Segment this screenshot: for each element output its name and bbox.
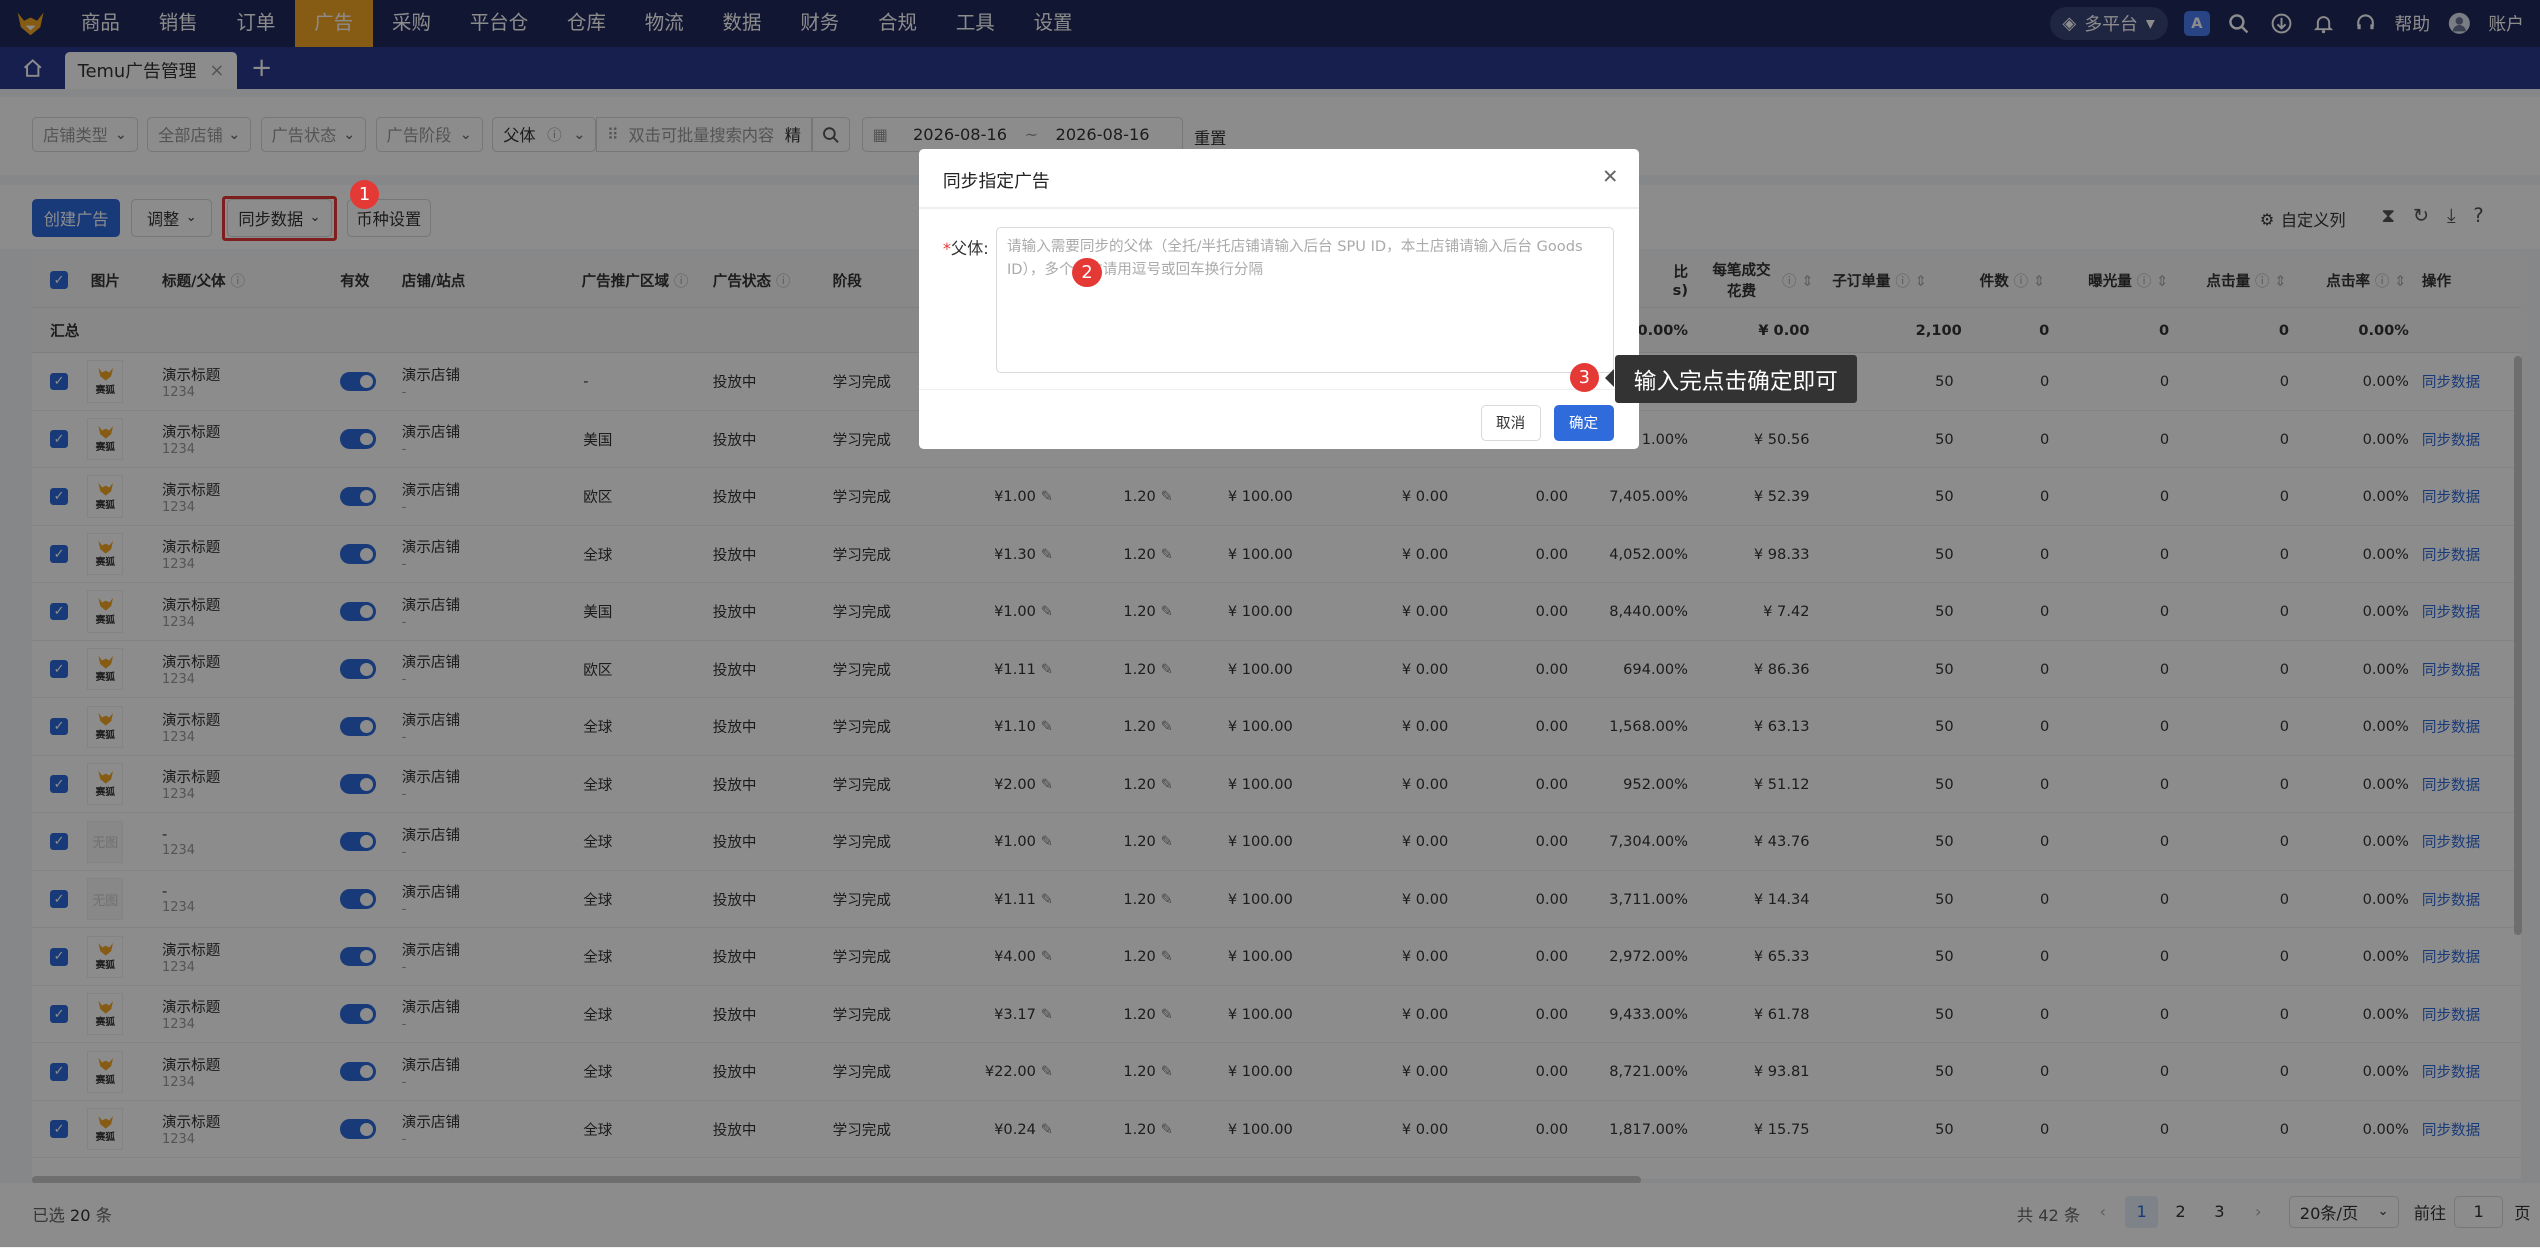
divider <box>918 388 1640 391</box>
sync-modal: 同步指定广告 ✕ *父体: 请输入需要同步的父体（全托/半托店铺请输入后台 SP… <box>918 149 1640 449</box>
parent-label-text: 父体: <box>950 238 989 258</box>
cancel-button[interactable]: 取消 <box>1480 404 1541 441</box>
divider <box>918 207 1640 209</box>
step-badge-3: 3 <box>1569 362 1599 393</box>
app-root: 商品 销售 订单 广告 采购 平台仓 仓库 物流 数据 财务 合规 工具 设置 ◈ 多平台 ▾ A 帮助 <box>0 0 2540 1248</box>
required-mark: * <box>942 238 951 258</box>
parent-field-label: *父体: <box>943 235 989 259</box>
modal-title: 同步指定广告 <box>942 170 1050 192</box>
parent-ids-textarea[interactable]: 请输入需要同步的父体（全托/半托店铺请输入后台 SPU ID，本土店铺请输入后台… <box>996 226 1614 373</box>
close-icon[interactable]: ✕ <box>1602 165 1618 188</box>
step-badge-2: 2 <box>1072 257 1102 287</box>
confirm-button[interactable]: 确定 <box>1553 404 1614 441</box>
step-badge-1: 1 <box>349 179 380 209</box>
instruction-tooltip: 输入完点击确定即可 <box>1605 354 1857 404</box>
